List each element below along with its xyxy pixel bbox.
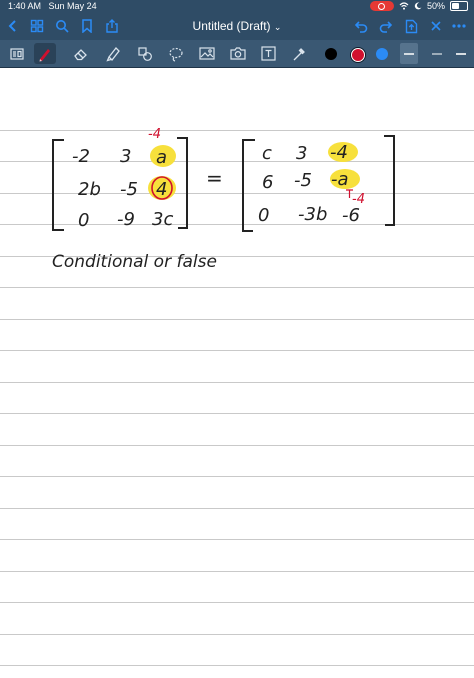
redo-icon[interactable] — [377, 17, 395, 35]
ruled-line — [0, 602, 474, 603]
laser-pointer-icon[interactable] — [288, 43, 310, 64]
handwriting-layer: -2 3 a 2b -5 4 0 -9 3c = c 3 -4 6 -5 -a … — [52, 127, 395, 272]
read-mode-icon[interactable] — [6, 43, 28, 64]
right-matrix-open-bracket — [242, 139, 255, 232]
left-matrix-close-bracket — [177, 137, 188, 229]
more-icon[interactable] — [450, 17, 468, 35]
document-title-button[interactable]: Untitled (Draft) ⌄ — [193, 19, 282, 33]
red-annotation-right: -4 — [352, 192, 365, 207]
bookmark-icon[interactable] — [78, 17, 96, 35]
search-icon[interactable] — [53, 17, 71, 35]
undo-icon[interactable] — [352, 17, 370, 35]
battery-icon — [450, 1, 468, 11]
right-matrix-close-bracket — [384, 135, 395, 226]
camera-icon[interactable] — [227, 43, 249, 64]
equals-sign: = — [206, 166, 223, 190]
thin-line-icon[interactable] — [426, 43, 448, 64]
ruled-line — [0, 508, 474, 509]
wifi-icon — [399, 2, 409, 10]
status-date: Sun May 24 — [48, 1, 97, 11]
ruled-line — [0, 665, 474, 666]
status-time: 1:40 AM — [8, 1, 42, 11]
ruled-line — [0, 571, 474, 572]
right-matrix-entry: c — [262, 143, 272, 164]
left-matrix-entry: 3 — [120, 146, 131, 167]
document-title-text: Untitled (Draft) — [192, 19, 271, 33]
ruled-line — [0, 445, 474, 446]
moon-icon — [414, 2, 422, 10]
ruled-line — [0, 539, 474, 540]
right-matrix-entry: -4 — [330, 142, 348, 163]
export-icon[interactable] — [402, 17, 420, 35]
highlighter-icon[interactable] — [102, 43, 124, 64]
right-matrix-entry: -3b — [298, 204, 327, 225]
right-matrix-entry: 6 — [262, 172, 273, 193]
right-matrix-entry: -6 — [342, 205, 360, 226]
ruled-line — [0, 476, 474, 477]
battery-level — [452, 3, 459, 9]
close-icon[interactable] — [427, 17, 445, 35]
navigation-bar: Untitled (Draft) ⌄ — [0, 13, 474, 39]
chevron-down-icon: ⌄ — [273, 22, 282, 32]
left-matrix-entry: a — [156, 147, 167, 168]
image-icon[interactable] — [196, 43, 218, 64]
left-matrix-entry: 3c — [152, 209, 173, 230]
status-bar: 1:40 AM Sun May 24 50% — [0, 0, 474, 12]
back-chevron-icon[interactable] — [4, 17, 22, 35]
tools-toolbar — [0, 40, 474, 68]
ruled-line — [0, 634, 474, 635]
color-swatch-blue[interactable] — [376, 48, 388, 60]
left-matrix-entry: 4 — [156, 179, 167, 200]
ruled-line — [0, 413, 474, 414]
lasso-icon[interactable] — [165, 43, 187, 64]
thumbnails-grid-icon[interactable] — [28, 17, 46, 35]
right-matrix-entry: -5 — [294, 170, 312, 191]
left-matrix-open-bracket — [52, 139, 64, 231]
status-time-date: 1:40 AM Sun May 24 — [8, 0, 97, 12]
battery-percent: 50% — [426, 1, 445, 11]
red-annotation-top: -4 — [148, 127, 161, 142]
handwritten-note: Conditional or false — [52, 252, 217, 272]
share-icon[interactable] — [103, 17, 121, 35]
eraser-icon[interactable] — [70, 43, 92, 64]
shapes-icon[interactable] — [134, 43, 156, 64]
left-matrix-entry: -5 — [120, 179, 138, 200]
ruled-line — [0, 350, 474, 351]
top-bar: 1:40 AM Sun May 24 50% Untitled (Draft) — [0, 0, 474, 40]
status-indicators: 50% — [369, 0, 468, 12]
note-page[interactable]: -2 3 a 2b -5 4 0 -9 3c = c 3 -4 6 -5 -a … — [0, 68, 474, 678]
text-box-icon[interactable] — [257, 43, 279, 64]
pen-icon[interactable] — [34, 43, 56, 64]
left-matrix-entry: 0 — [78, 210, 89, 231]
color-swatch-black[interactable] — [325, 48, 337, 60]
right-matrix-entry: -a — [331, 169, 349, 190]
left-matrix-entry: -2 — [72, 146, 90, 167]
left-matrix-entry: -9 — [117, 209, 135, 230]
stroke-width-icon[interactable] — [400, 43, 418, 64]
color-swatch-red[interactable] — [351, 48, 365, 62]
left-matrix-entry: 2b — [78, 179, 101, 200]
screen-recording-icon — [369, 1, 394, 11]
right-matrix-entry: 0 — [258, 205, 269, 226]
ruled-line — [0, 382, 474, 383]
right-matrix-entry: 3 — [296, 143, 307, 164]
medium-line-icon[interactable] — [450, 43, 472, 64]
